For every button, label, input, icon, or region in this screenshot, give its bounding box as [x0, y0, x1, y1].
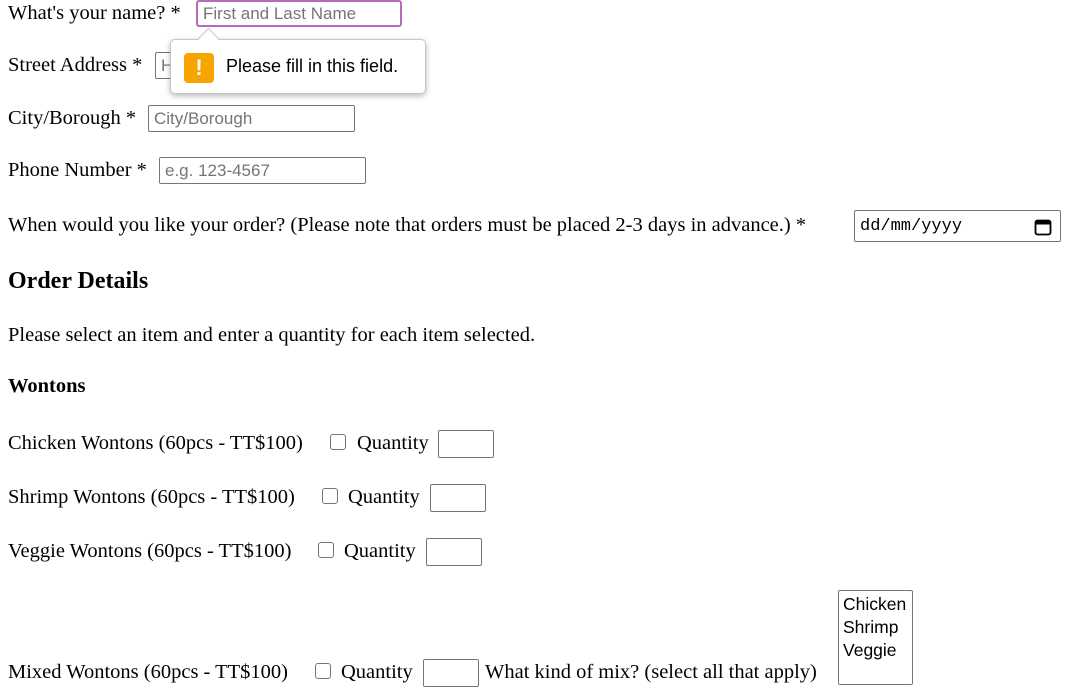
mix-option-veggie[interactable]: Veggie — [843, 639, 912, 662]
chicken-wontons-checkbox[interactable] — [330, 434, 346, 450]
city-label: City/Borough * — [8, 107, 137, 129]
mixed-wontons-checkbox[interactable] — [315, 663, 331, 679]
shrimp-wontons-checkbox[interactable] — [322, 488, 338, 504]
name-input[interactable] — [196, 0, 402, 27]
name-label: What's your name? * — [8, 2, 181, 24]
wontons-heading: Wontons — [8, 375, 86, 397]
city-input[interactable] — [148, 105, 355, 132]
chicken-quantity-input[interactable] — [438, 430, 494, 458]
veggie-quantity-label: Quantity — [344, 540, 416, 562]
street-address-label: Street Address * — [8, 54, 143, 76]
shrimp-quantity-input[interactable] — [430, 484, 486, 512]
veggie-wontons-checkbox[interactable] — [318, 542, 334, 558]
chicken-quantity-label: Quantity — [357, 432, 429, 454]
date-value: dd/mm/yyyy — [860, 217, 963, 236]
shrimp-wontons-label: Shrimp Wontons (60pcs - TT$100) — [8, 486, 295, 508]
chicken-wontons-label: Chicken Wontons (60pcs - TT$100) — [8, 432, 303, 454]
phone-input[interactable] — [159, 157, 366, 184]
mixed-quantity-label: Quantity — [341, 661, 413, 683]
order-date-label: When would you like your order? (Please … — [8, 214, 807, 236]
veggie-wontons-label: Veggie Wontons (60pcs - TT$100) — [8, 540, 292, 562]
calendar-icon[interactable] — [1034, 218, 1052, 236]
order-instructions: Please select an item and enter a quanti… — [8, 324, 536, 346]
mix-option-chicken[interactable]: Chicken — [843, 593, 912, 616]
validation-tooltip: ! Please fill in this field. — [170, 27, 426, 94]
mixed-quantity-input[interactable] — [423, 659, 479, 687]
warning-icon: ! — [184, 53, 214, 83]
order-date-input[interactable]: dd/mm/yyyy — [854, 210, 1061, 242]
shrimp-quantity-label: Quantity — [348, 486, 420, 508]
phone-label: Phone Number * — [8, 159, 147, 181]
mix-type-label: What kind of mix? (select all that apply… — [485, 661, 817, 683]
validation-message: Please fill in this field. — [226, 56, 399, 76]
tooltip-arrow — [197, 27, 220, 50]
mix-type-listbox[interactable]: Chicken Shrimp Veggie — [838, 590, 913, 685]
veggie-quantity-input[interactable] — [426, 538, 482, 566]
mix-option-shrimp[interactable]: Shrimp — [843, 616, 912, 639]
mixed-wontons-label: Mixed Wontons (60pcs - TT$100) — [8, 661, 289, 683]
order-details-heading: Order Details — [8, 268, 149, 294]
